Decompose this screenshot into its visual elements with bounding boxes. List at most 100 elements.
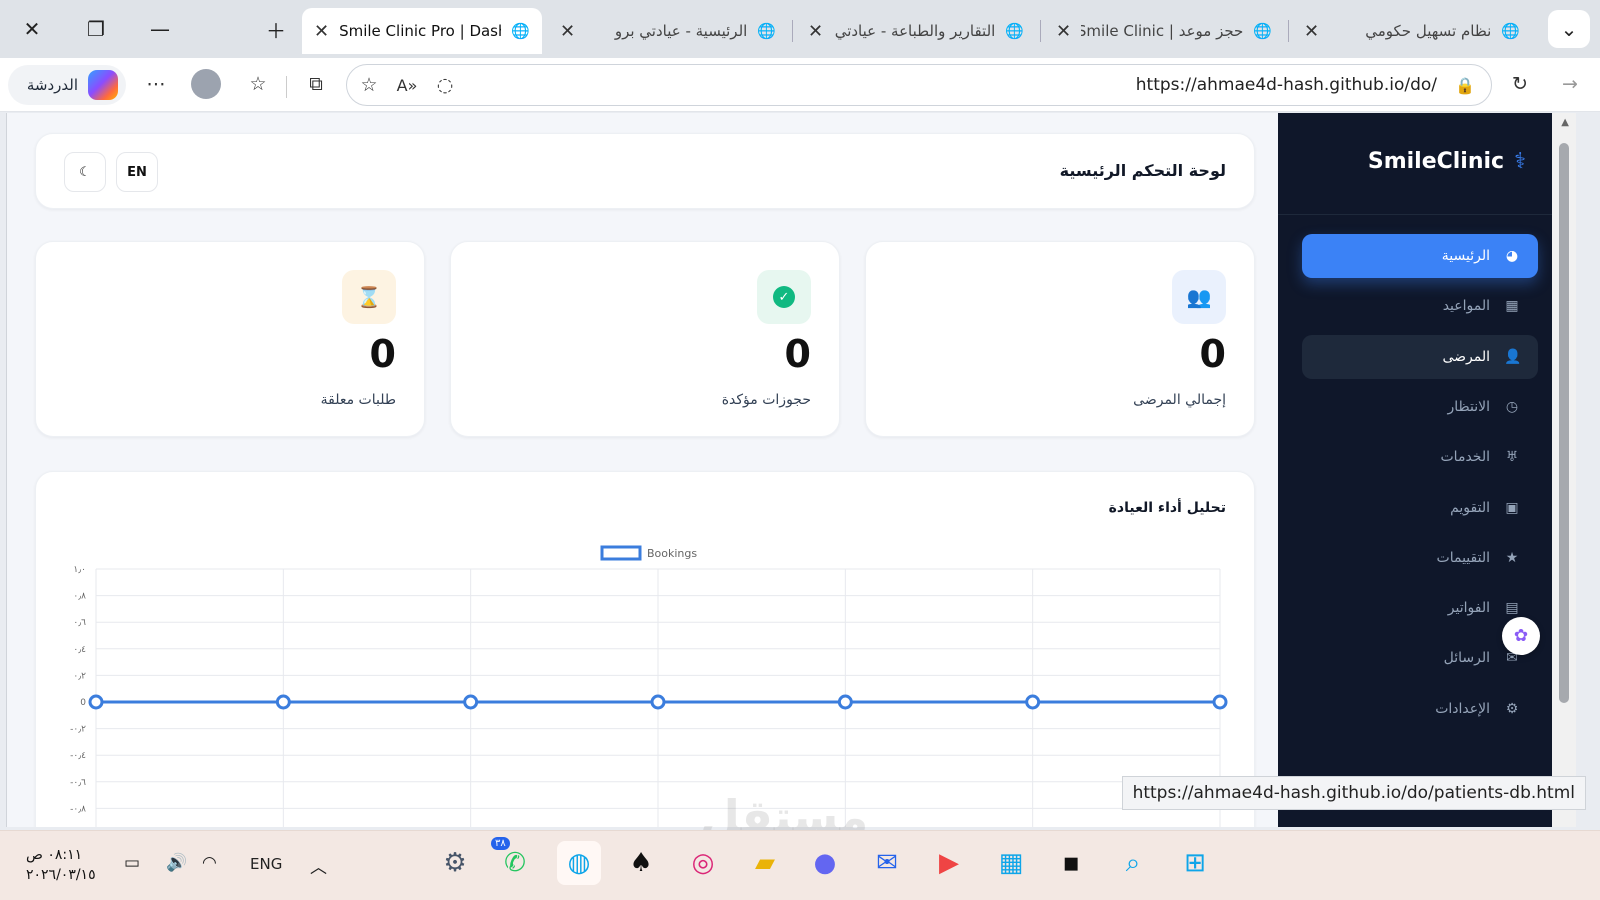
- clock-time: ٠٨:١١ ص: [26, 847, 83, 863]
- tab-title: الرئيسية - عيادتي برو: [614, 22, 748, 40]
- bookmark-star-icon[interactable]: ☆: [351, 67, 387, 103]
- start-menu-icon[interactable]: ⊞: [1173, 841, 1217, 885]
- brain-assistant-icon[interactable]: ✿: [1502, 617, 1540, 655]
- page-viewport: SmileClinic ⚕ ◕ الرئيسية ▦ المواعيد 👤 المرضى ◷…: [6, 113, 1576, 827]
- globe-icon: 🌐: [511, 22, 530, 40]
- stat-label: طلبات معلقة: [320, 392, 396, 408]
- stat-badge: 👥: [1172, 270, 1226, 324]
- stat-badge: ✓: [757, 270, 811, 324]
- browser-tab-0[interactable]: ✕ نظام تسهيل حكومي 🌐: [1292, 8, 1532, 54]
- scrollbar-thumb[interactable]: [1559, 143, 1569, 703]
- theme-toggle-button[interactable]: ☾: [64, 152, 106, 192]
- tab-close-icon[interactable]: ✕: [1304, 21, 1319, 42]
- read-aloud-icon[interactable]: A»: [389, 67, 425, 103]
- hourglass-icon: ⌛: [356, 285, 382, 309]
- sidebar-item-9[interactable]: ⚙ الإعدادات: [1302, 687, 1538, 731]
- globe-icon: 🌐: [1253, 22, 1272, 40]
- brand[interactable]: SmileClinic ⚕: [1368, 149, 1526, 174]
- lock-icon[interactable]: 🔒: [1447, 67, 1483, 103]
- sidebar-item-6[interactable]: ★ التقييمات: [1302, 536, 1538, 580]
- wifi-icon[interactable]: ◠: [202, 853, 217, 873]
- language-toggle-button[interactable]: EN: [116, 152, 158, 192]
- y-tick-label: -٠٫٤: [70, 751, 86, 761]
- refresh-icon[interactable]: ↻: [1502, 66, 1538, 102]
- stat-card-patients: 👥 0 إجمالي المرضى: [865, 241, 1255, 437]
- address-bar[interactable]: ☆ A» ◌ https://ahmae4d-hash.github.io/do…: [346, 64, 1492, 106]
- tab-close-icon[interactable]: ✕: [1056, 21, 1071, 42]
- store-app-icon[interactable]: ▦: [989, 841, 1033, 885]
- data-point: [463, 694, 479, 710]
- edge-app-icon[interactable]: ◍: [557, 841, 601, 885]
- data-point: [88, 694, 104, 710]
- top-bar: لوحة التحكم الرئيسية EN ☾: [35, 133, 1255, 209]
- instagram-app-icon[interactable]: ◎: [681, 841, 725, 885]
- moon-icon: ☾: [79, 164, 91, 180]
- close-window-icon[interactable]: ✕: [10, 10, 54, 48]
- url-text[interactable]: https://ahmae4d-hash.github.io/do/: [1136, 75, 1437, 95]
- file-explorer-app-icon[interactable]: ▰: [743, 841, 787, 885]
- browser-tab-2[interactable]: ✕ التقارير والطباعة - عيادتي 🌐: [796, 8, 1036, 54]
- teams-app-icon[interactable]: ●: [803, 841, 847, 885]
- clock[interactable]: ٠٨:١١ ص ٢٠٢٦/٠٣/١٥: [26, 845, 96, 885]
- sidebar-item-7[interactable]: ▤ الفواتير: [1302, 586, 1538, 630]
- youtube-app-icon[interactable]: ▶: [927, 841, 971, 885]
- sidebar-item-label: التقويم: [1450, 499, 1490, 516]
- window-app-icon[interactable]: ▪: [1049, 841, 1093, 885]
- stat-label: حجوزات مؤكدة: [721, 392, 811, 408]
- volume-icon[interactable]: 🔊: [166, 853, 187, 873]
- minimize-window-icon[interactable]: —: [138, 10, 182, 48]
- data-point: [1025, 694, 1041, 710]
- tab-list-chevron-icon[interactable]: ⌄: [1548, 10, 1590, 48]
- sidebar-item-label: الإعدادات: [1435, 700, 1490, 717]
- restore-window-icon[interactable]: ❐: [74, 10, 118, 48]
- sidebar-item-label: الفواتير: [1447, 600, 1490, 617]
- browser-tab-1[interactable]: ✕ حجز موعد | Smile Clinic 🌐: [1044, 8, 1284, 54]
- search-app-icon[interactable]: ⌕: [1111, 841, 1155, 885]
- y-tick-label: ٠٫٢: [73, 671, 86, 681]
- copilot-chat-button[interactable]: الدردشة: [8, 65, 126, 105]
- outlook-app-icon[interactable]: ✉: [865, 841, 909, 885]
- scroll-up-icon[interactable]: ▲: [1561, 117, 1569, 128]
- whatsapp-app-icon[interactable]: ✆ ٣٨: [491, 837, 537, 885]
- y-tick-label: ٠٫٨: [73, 592, 86, 602]
- sidebar-item-2[interactable]: 👤 المرضى: [1302, 334, 1538, 379]
- sidebar-item-4[interactable]: ♅ الخدمات: [1302, 435, 1538, 479]
- sidebar-item-0[interactable]: ◕ الرئيسية: [1302, 234, 1538, 278]
- pie-chart-icon: ◕: [1505, 248, 1519, 264]
- new-tab-icon[interactable]: ＋: [254, 10, 298, 48]
- sidebar-item-1[interactable]: ▦ المواعيد: [1302, 284, 1538, 328]
- browser-tab-3[interactable]: ✕ الرئيسية - عيادتي برو 🌐: [548, 8, 788, 54]
- browser-toolbar: الدردشة ⋯ ☆ ⧉ ☆ A» ◌ https://ahmae4d-has…: [0, 58, 1600, 112]
- invoice-icon: ▤: [1505, 600, 1519, 617]
- globe-icon: 🌐: [1501, 22, 1520, 40]
- y-tick-label: ١٫٠: [73, 565, 86, 575]
- browser-tab-4[interactable]: ✕ Smile Clinic Pro | Dashboard 🌐: [302, 8, 542, 54]
- sidebar-item-3[interactable]: ◷ الانتظار: [1302, 385, 1538, 429]
- tray-overflow-chevron-icon[interactable]: ︿: [310, 853, 327, 878]
- tab-title: نظام تسهيل حكومي: [1365, 22, 1492, 40]
- page-scrollbar[interactable]: ▲: [1552, 113, 1576, 827]
- more-menu-icon[interactable]: ⋯: [138, 66, 174, 102]
- favorites-icon[interactable]: ☆: [240, 66, 276, 102]
- stat-value: 0: [369, 332, 396, 376]
- y-tick-label: 0: [80, 698, 86, 708]
- settings-app-icon[interactable]: ⚙: [433, 841, 477, 885]
- profile-avatar[interactable]: [188, 66, 224, 102]
- sidebar-item-5[interactable]: ▣ التقويم: [1302, 486, 1538, 530]
- performance-chart-card: تحليل أداء العيادة ١٫٠ ٠٫٨ ٠٫٦ ٠٫٤ ٠٫٢ 0 -٠٫٢-…: [35, 471, 1255, 827]
- solitaire-app-icon[interactable]: ♠: [619, 841, 663, 885]
- tooth-logo-icon: ⚕: [1514, 149, 1526, 174]
- extensions-icon[interactable]: ⧉: [298, 66, 334, 102]
- search-chat-icon[interactable]: ◌: [427, 67, 463, 103]
- sidebar: SmileClinic ⚕ ◕ الرئيسية ▦ المواعيد 👤 المرضى ◷…: [1278, 113, 1552, 827]
- battery-icon[interactable]: ▭: [124, 853, 140, 873]
- tab-close-icon[interactable]: ✕: [560, 21, 575, 42]
- tab-close-icon[interactable]: ✕: [808, 21, 823, 42]
- tab-close-icon[interactable]: ✕: [314, 21, 329, 42]
- calendar-icon: ▦: [1505, 298, 1519, 315]
- language-indicator[interactable]: ENG: [250, 855, 282, 873]
- users-icon: 👥: [1186, 285, 1212, 309]
- forward-icon[interactable]: →: [1552, 66, 1588, 102]
- y-tick-label: ٠٫٦: [73, 618, 86, 628]
- legend-label: Bookings: [647, 547, 697, 560]
